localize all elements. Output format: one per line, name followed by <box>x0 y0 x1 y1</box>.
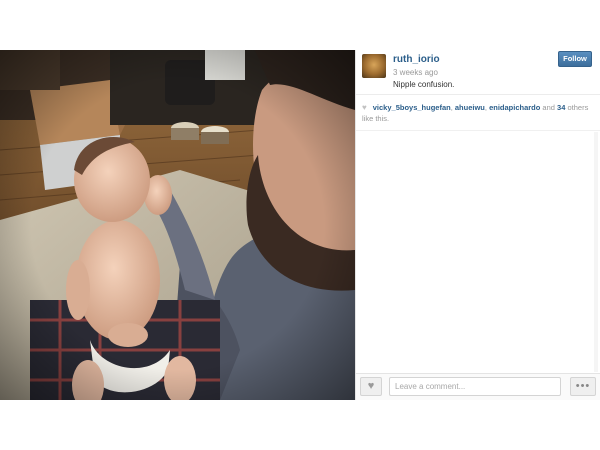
liker-link[interactable]: ahueiwu <box>455 103 485 112</box>
liker-link[interactable]: vicky_5boys_hugefan <box>373 103 451 112</box>
author-avatar[interactable] <box>362 54 386 78</box>
like-button[interactable]: ♥ <box>360 377 382 396</box>
liker-link[interactable]: enidapichardo <box>489 103 540 112</box>
likes-and-text: and <box>542 103 555 112</box>
comment-input[interactable] <box>389 377 561 396</box>
instagram-post: ruth_iorio 3 weeks ago Nipple confusion.… <box>0 50 600 400</box>
post-caption: Nipple confusion. <box>393 80 455 89</box>
heart-icon: ♥ <box>362 103 367 112</box>
divider <box>356 94 600 95</box>
post-photo-image <box>0 50 355 400</box>
comment-bar: ♥ ••• <box>356 373 600 400</box>
follow-button[interactable]: Follow <box>558 51 592 67</box>
post-sidebar: ruth_iorio 3 weeks ago Nipple confusion.… <box>355 50 600 400</box>
divider <box>356 130 600 131</box>
post-time-ago[interactable]: 3 weeks ago <box>393 68 438 77</box>
more-options-button[interactable]: ••• <box>570 377 596 396</box>
heart-icon: ♥ <box>367 380 375 392</box>
author-username[interactable]: ruth_iorio <box>393 54 440 65</box>
post-photo[interactable] <box>0 50 355 400</box>
others-count-link[interactable]: 34 <box>557 103 565 112</box>
ellipsis-icon: ••• <box>575 380 591 392</box>
likes-summary: ♥ vicky_5boys_hugefan, ahueiwu, enidapich… <box>362 102 592 124</box>
comments-scrollbar[interactable] <box>594 132 598 372</box>
